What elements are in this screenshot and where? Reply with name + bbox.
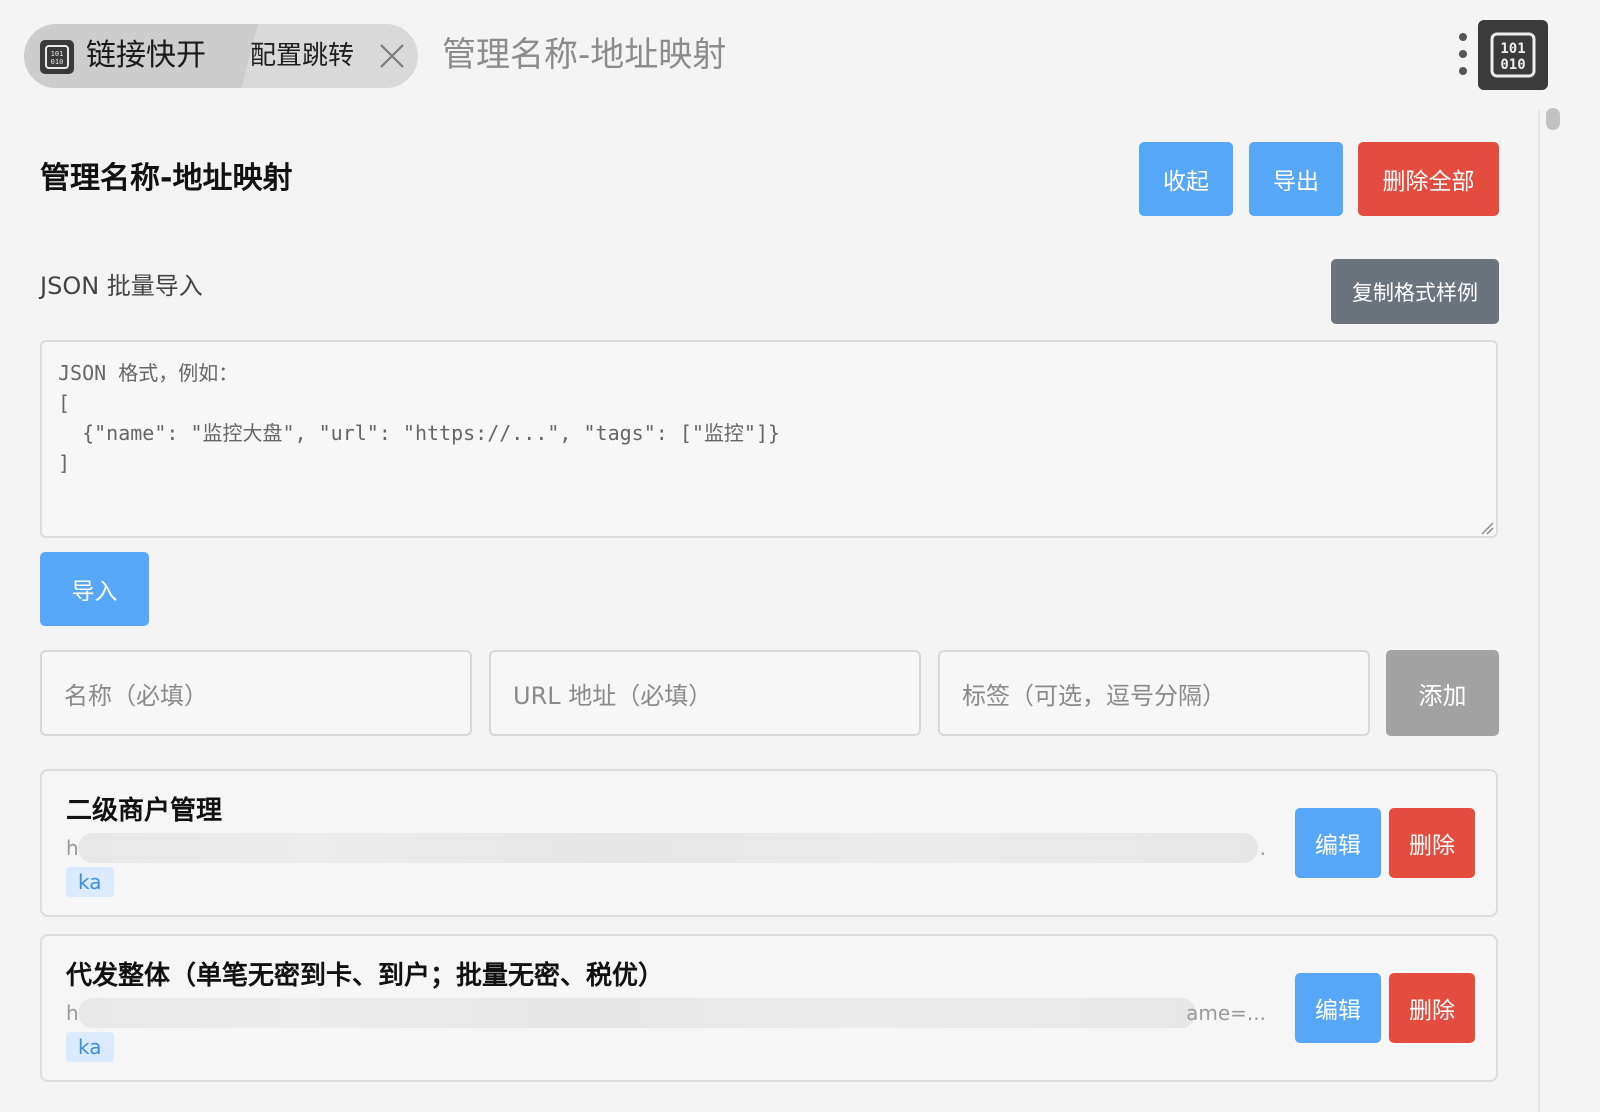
delete-all-button[interactable]: 删除全部 (1358, 142, 1499, 216)
name-input[interactable]: 名称（必填） (40, 650, 472, 736)
page-title: 管理名称-地址映射 (40, 161, 293, 196)
tab-label: 链接快开 (86, 38, 206, 73)
entry-url[interactable]: h . (66, 833, 1266, 863)
more-vertical-icon[interactable] (1452, 30, 1474, 80)
scrollbar-thumb[interactable] (1546, 108, 1560, 130)
tag-badge: ka (66, 1032, 114, 1062)
main-content: 管理名称-地址映射 收起 导出 删除全部 JSON 批量导入 复制格式样例 JS… (0, 112, 1540, 1112)
delete-button[interactable]: 删除 (1389, 973, 1475, 1043)
breadcrumb: 管理名称-地址映射 (442, 35, 727, 75)
delete-button[interactable]: 删除 (1389, 808, 1475, 878)
url-input[interactable]: URL 地址（必填） (489, 650, 921, 736)
name-input-placeholder: 名称（必填） (64, 681, 208, 710)
redacted-url-mask (78, 998, 1196, 1028)
tab-link-quick-open[interactable]: 101 010 链接快开 (24, 24, 258, 88)
tags-input[interactable]: 标签（可选，逗号分隔） (938, 650, 1370, 736)
binary-icon[interactable]: 101 010 (1478, 20, 1548, 90)
placeholder-line: [ (58, 391, 71, 415)
close-icon[interactable] (374, 38, 410, 74)
copy-sample-button[interactable]: 复制格式样例 (1331, 259, 1499, 324)
svg-text:010: 010 (1500, 57, 1525, 73)
json-import-textarea[interactable]: JSON 格式，例如： [ {"name": "监控大盘", "url": "ht… (40, 340, 1498, 538)
placeholder-line: {"name": "监控大盘", "url": "https://...", "… (58, 421, 781, 445)
export-button[interactable]: 导出 (1249, 142, 1343, 216)
entry-url[interactable]: h ame=... (66, 998, 1266, 1028)
svg-text:010: 010 (51, 58, 64, 66)
placeholder-line: JSON 格式，例如： (58, 361, 239, 385)
edit-button[interactable]: 编辑 (1295, 808, 1381, 878)
svg-text:101: 101 (1500, 41, 1525, 57)
tag-badge: ka (66, 867, 114, 897)
bulk-import-label: JSON 批量导入 (40, 272, 203, 300)
add-button[interactable]: 添加 (1386, 650, 1499, 736)
url-start: h (66, 1001, 79, 1025)
collapse-button[interactable]: 收起 (1139, 142, 1233, 216)
tags-input-placeholder: 标签（可选，逗号分隔） (962, 681, 1226, 710)
list-item: 代发整体（单笔无密到卡、到户；批量无密、税优） h ame=... ka 编辑 … (40, 934, 1498, 1082)
entry-name: 二级商户管理 (66, 796, 223, 826)
svg-text:101: 101 (51, 50, 64, 58)
binary-icon: 101 010 (40, 40, 74, 74)
entry-name: 代发整体（单笔无密到卡、到户；批量无密、税优） (66, 961, 665, 991)
edit-button[interactable]: 编辑 (1295, 973, 1381, 1043)
tab-config-redirect[interactable]: 配置跳转 (250, 24, 418, 88)
import-button[interactable]: 导入 (40, 552, 149, 626)
top-bar: 101 010 链接快开 配置跳转 管理名称-地址映射 101 010 (0, 0, 1600, 112)
resize-handle-icon[interactable] (1480, 520, 1494, 535)
redacted-url-mask (78, 833, 1258, 863)
url-end: ame=... (1186, 1001, 1266, 1025)
tab-label: 配置跳转 (250, 41, 355, 71)
placeholder-line: ] (58, 451, 71, 475)
list-item: 二级商户管理 h . ka 编辑 删除 (40, 769, 1498, 917)
url-start: h (66, 836, 79, 860)
url-end: . (1259, 836, 1266, 860)
url-input-placeholder: URL 地址（必填） (513, 681, 713, 710)
tab-strip: 101 010 链接快开 配置跳转 (24, 24, 418, 88)
